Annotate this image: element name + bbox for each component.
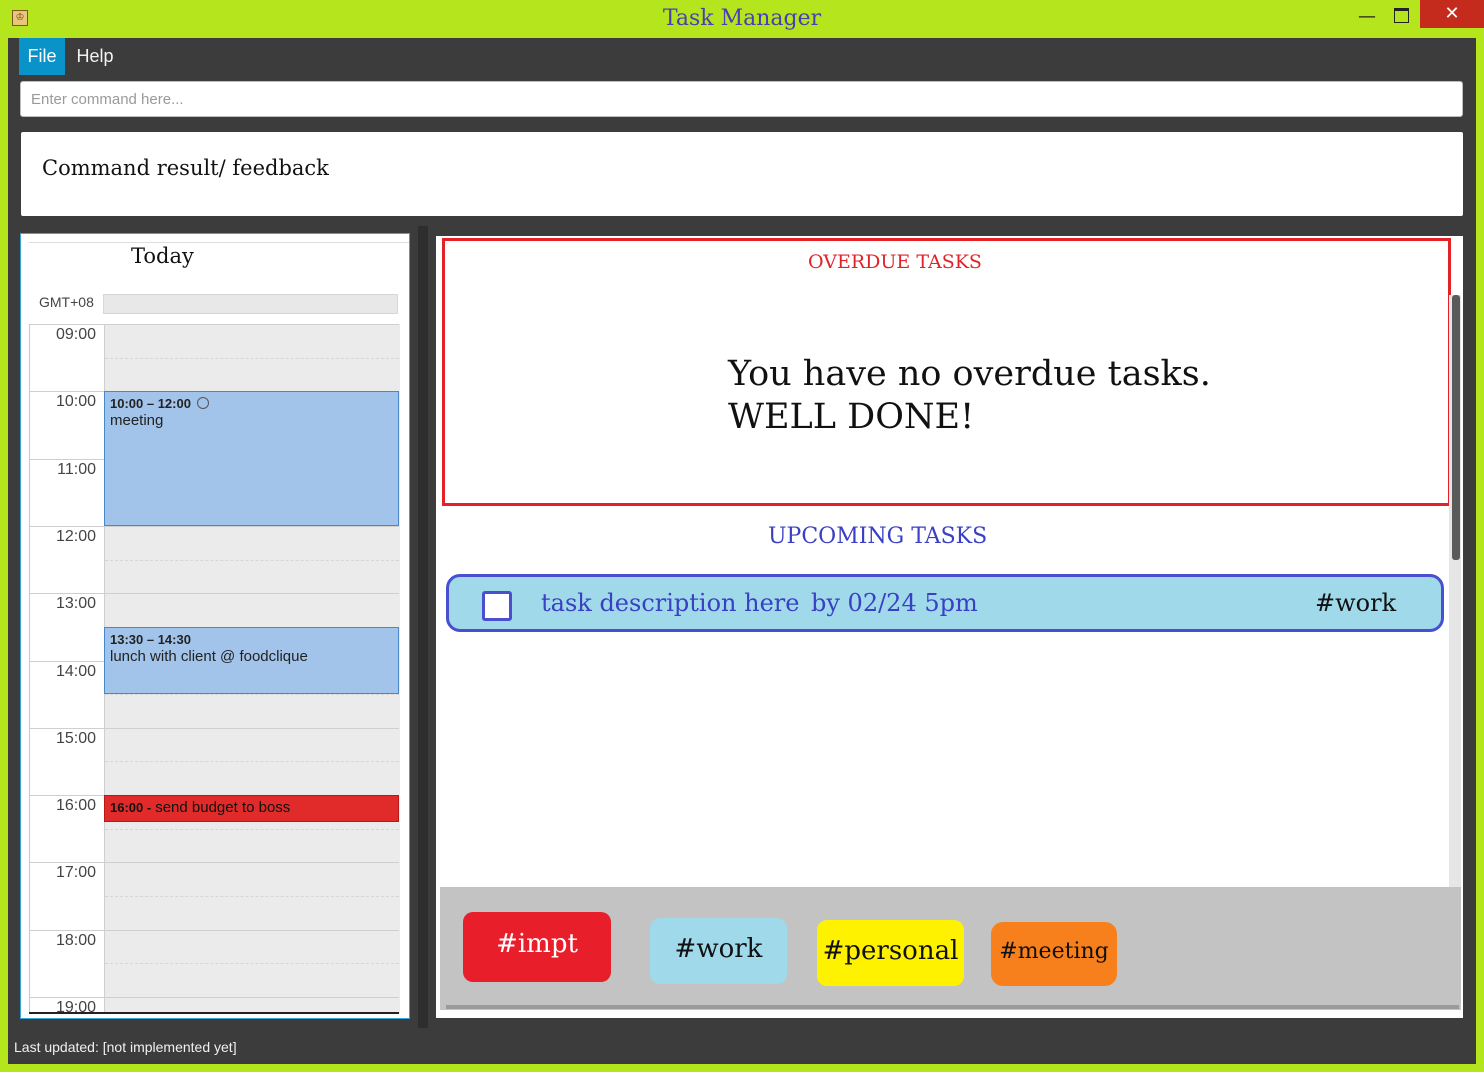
hour-line: [30, 593, 399, 595]
half-hour-line: [105, 828, 399, 830]
hour-label: 15:00: [55, 729, 96, 747]
command-result-text: Command result/ feedback: [42, 156, 329, 180]
task-scrollbar-thumb[interactable]: [1452, 295, 1460, 560]
task-checkbox[interactable]: [482, 591, 512, 621]
status-text: Last updated: [not implemented yet]: [14, 1039, 237, 1055]
calendar-event[interactable]: 10:00 – 12:00 meeting: [104, 391, 399, 526]
hour-line: [30, 727, 399, 729]
hour-label: 09:00: [55, 326, 96, 343]
window-title: Task Manager: [662, 6, 822, 31]
hour-line: [30, 862, 399, 864]
hour-line: [30, 997, 399, 998]
menu-file[interactable]: File: [19, 38, 65, 75]
calendar-event[interactable]: 13:30 – 14:30 lunch with client @ foodcli…: [104, 626, 399, 695]
tag-chip-work[interactable]: #work: [650, 918, 787, 984]
tag-chip-meeting[interactable]: #meeting: [991, 922, 1117, 986]
title-bar: ♔ Task Manager — ✕: [0, 0, 1484, 38]
command-result-box: Command result/ feedback: [21, 132, 1463, 216]
hour-label: 16:00: [55, 797, 96, 815]
event-title: lunch with client @ foodclique: [110, 647, 308, 665]
all-day-bar[interactable]: [103, 294, 398, 314]
task-description: task description here: [541, 589, 800, 617]
hour-label: 17:00: [55, 864, 96, 882]
command-input[interactable]: [20, 81, 1463, 117]
tag-chip-impt[interactable]: #impt: [463, 912, 611, 982]
alarm-clock-icon: [196, 397, 209, 410]
hour-label: 12:00: [55, 527, 96, 545]
hour-label: 10:00: [55, 393, 96, 411]
task-card[interactable]: task description here by 02/24 5pm #work: [446, 574, 1444, 632]
overdue-title: OVERDUE TASKS: [808, 251, 982, 273]
hour-label: 19:00: [55, 999, 96, 1016]
task-due: by 02/24 5pm: [811, 589, 978, 617]
event-time: 16:00 -: [110, 800, 152, 816]
half-hour-line: [105, 559, 399, 561]
tag-chip-personal[interactable]: #personal: [817, 920, 964, 986]
overdue-message-line2: WELL DONE!: [728, 397, 975, 437]
hour-line: [30, 929, 399, 931]
hour-label: 14:00: [55, 662, 96, 680]
event-title: meeting: [110, 412, 164, 430]
event-time: 10:00 – 12:00: [110, 396, 191, 412]
menu-bar: [8, 38, 1476, 76]
hour-label: 13:00: [55, 595, 96, 613]
task-tag: #work: [1315, 589, 1397, 617]
half-hour-line: [105, 896, 399, 898]
calendar-bottom-divider: [29, 1012, 399, 1014]
event-title: send budget to boss: [155, 799, 291, 817]
hour-line: [30, 324, 399, 325]
close-button[interactable]: ✕: [1420, 0, 1484, 28]
hour-label: 11:00: [57, 460, 96, 478]
panel-divider[interactable]: [418, 226, 428, 1028]
upcoming-title: UPCOMING TASKS: [768, 524, 988, 549]
calendar-title: Today: [131, 244, 194, 268]
minimize-button[interactable]: —: [1352, 6, 1382, 36]
half-hour-line: [105, 963, 399, 965]
overdue-message: You have no overdue tasks. WELL DONE!: [728, 353, 1211, 439]
timezone-label: GMT+08: [39, 294, 94, 310]
half-hour-line: [105, 694, 399, 696]
hour-label: 18:00: [55, 931, 96, 949]
event-time: 13:30 – 14:30: [110, 631, 191, 647]
calendar-top-divider: [29, 242, 409, 243]
half-hour-line: [105, 761, 399, 763]
overdue-message-line1: You have no overdue tasks.: [728, 354, 1211, 394]
menu-help[interactable]: Help: [70, 38, 120, 75]
half-hour-line: [105, 357, 399, 359]
hour-line: [30, 525, 399, 527]
overdue-tasks-box: OVERDUE TASKS You have no overdue tasks.…: [442, 238, 1451, 506]
calendar-event[interactable]: 16:00 - send budget to boss: [104, 795, 399, 822]
maximize-button[interactable]: [1386, 6, 1416, 36]
calendar-panel: Today GMT+08 09:00 10:00 11:00 12:00 13:00 14…: [20, 233, 410, 1019]
tag-bar-scrollbar[interactable]: [446, 1005, 1459, 1009]
maximize-icon: [1393, 8, 1409, 23]
